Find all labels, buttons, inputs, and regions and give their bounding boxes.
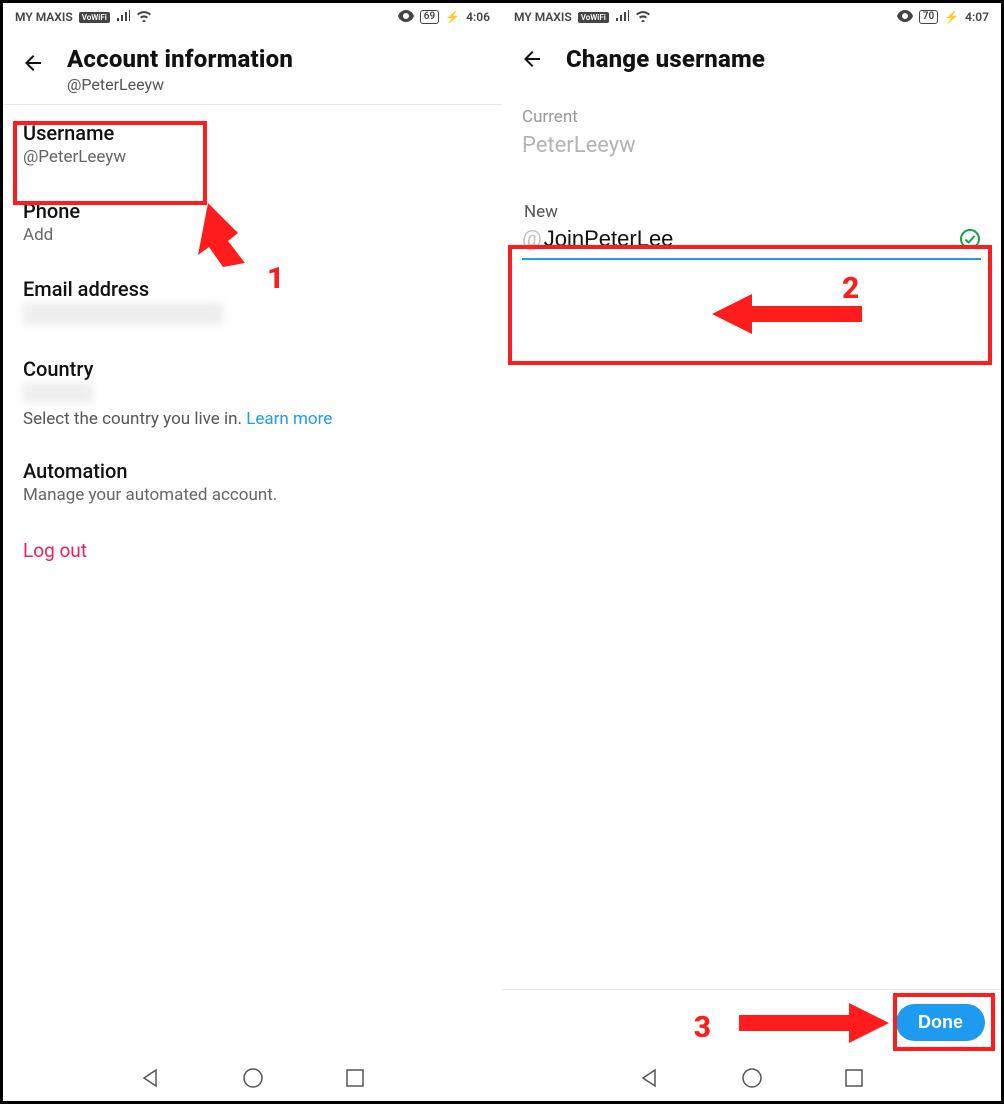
signal-icon bbox=[615, 10, 629, 25]
eye-icon bbox=[897, 10, 913, 25]
nav-home-icon[interactable] bbox=[741, 1067, 763, 1089]
item-email[interactable]: Email address bbox=[3, 261, 502, 341]
item-label: Phone bbox=[23, 199, 482, 223]
item-username[interactable]: Username @PeterLeeyw bbox=[3, 105, 502, 183]
callout-arrow-2 bbox=[712, 289, 892, 339]
at-sign-icon: @ bbox=[522, 227, 542, 252]
country-help-text: Select the country you live in. Learn mo… bbox=[3, 409, 502, 443]
item-label: Country bbox=[23, 357, 482, 381]
nav-back-icon[interactable] bbox=[140, 1067, 162, 1089]
current-username-block: Current PeterLeeyw bbox=[502, 89, 1001, 158]
username-input[interactable] bbox=[544, 226, 957, 252]
charging-icon: ⚡ bbox=[445, 10, 460, 24]
system-nav-bar bbox=[502, 1055, 1001, 1101]
field-label: New bbox=[522, 202, 981, 222]
wifi-icon bbox=[635, 10, 651, 25]
back-button[interactable] bbox=[19, 49, 47, 77]
status-bar: MY MAXIS VoWiFi 70 ⚡ 4:07 bbox=[502, 3, 1001, 31]
vowifi-badge: VoWiFi bbox=[79, 12, 110, 23]
page-header: Change username bbox=[502, 31, 1001, 89]
nav-home-icon[interactable] bbox=[242, 1067, 264, 1089]
item-value-redacted bbox=[23, 383, 93, 403]
learn-more-link[interactable]: Learn more bbox=[246, 409, 332, 429]
page-title: Change username bbox=[566, 45, 765, 73]
battery-indicator: 69 bbox=[420, 10, 439, 24]
charging-icon: ⚡ bbox=[944, 10, 959, 24]
battery-indicator: 70 bbox=[919, 10, 938, 24]
nav-recents-icon[interactable] bbox=[843, 1067, 865, 1089]
clock-label: 4:06 bbox=[466, 10, 490, 24]
checkmark-circle-icon bbox=[959, 228, 981, 250]
screen-account-info: MY MAXIS VoWiFi 69 ⚡ 4:06 Account inform… bbox=[3, 3, 502, 1101]
vowifi-badge: VoWiFi bbox=[578, 12, 609, 23]
wifi-icon bbox=[136, 10, 152, 25]
item-label: Automation bbox=[23, 459, 482, 483]
nav-recents-icon[interactable] bbox=[344, 1067, 366, 1089]
back-button[interactable] bbox=[518, 45, 546, 73]
eye-icon bbox=[398, 10, 414, 25]
clock-label: 4:07 bbox=[965, 10, 989, 24]
system-nav-bar bbox=[3, 1055, 502, 1101]
carrier-label: MY MAXIS bbox=[15, 10, 73, 24]
username-input-row[interactable]: @ bbox=[522, 222, 981, 260]
field-label: Current bbox=[522, 107, 981, 127]
logout-button[interactable]: Log out bbox=[3, 521, 502, 580]
settings-list: Username @PeterLeeyw Phone Add Email add… bbox=[3, 105, 502, 580]
item-automation[interactable]: Automation Manage your automated account… bbox=[3, 443, 502, 521]
callout-number-2: 2 bbox=[842, 271, 859, 306]
item-label: Email address bbox=[23, 277, 482, 301]
new-username-block: New @ bbox=[516, 196, 987, 270]
current-username-value: PeterLeeyw bbox=[522, 133, 981, 158]
page-title: Account information bbox=[67, 45, 293, 73]
item-label: Username bbox=[23, 121, 482, 145]
signal-icon bbox=[116, 10, 130, 25]
item-country[interactable]: Country bbox=[3, 341, 502, 409]
item-phone[interactable]: Phone Add bbox=[3, 183, 502, 261]
nav-back-icon[interactable] bbox=[639, 1067, 661, 1089]
item-value: Add bbox=[23, 225, 482, 245]
page-header: Account information @PeterLeeyw bbox=[3, 31, 502, 105]
carrier-label: MY MAXIS bbox=[514, 10, 572, 24]
item-value: Manage your automated account. bbox=[23, 485, 482, 505]
done-button[interactable]: Done bbox=[896, 1004, 985, 1041]
item-value: @PeterLeeyw bbox=[23, 147, 482, 167]
done-bar: Done bbox=[502, 989, 1001, 1055]
screen-change-username: MY MAXIS VoWiFi 70 ⚡ 4:07 Change usernam… bbox=[502, 3, 1001, 1101]
page-subtitle: @PeterLeeyw bbox=[67, 75, 293, 94]
status-bar: MY MAXIS VoWiFi 69 ⚡ 4:06 bbox=[3, 3, 502, 31]
item-value-redacted bbox=[23, 303, 223, 325]
